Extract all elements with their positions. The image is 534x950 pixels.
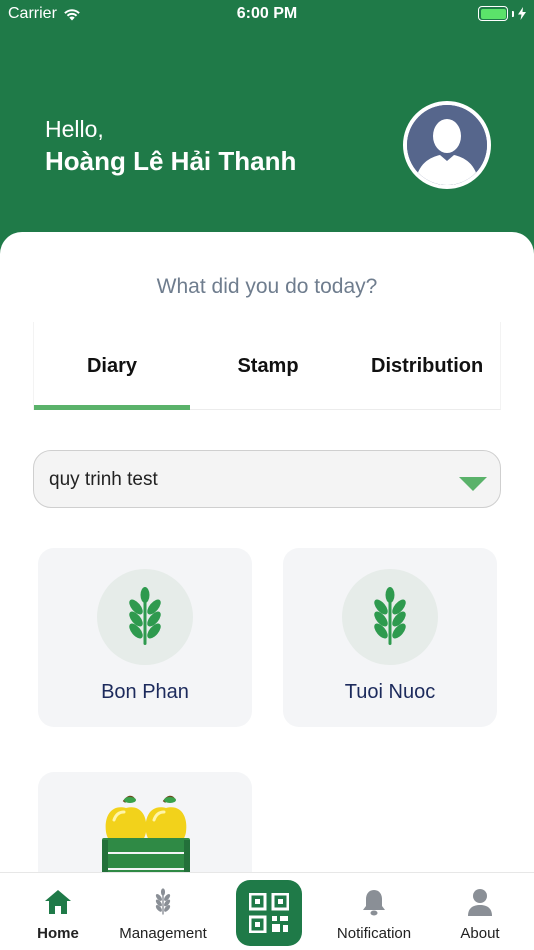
prompt-question: What did you do today? bbox=[156, 275, 378, 298]
tile-icon-circle bbox=[342, 569, 438, 665]
activity-tile-tuoi-nuoc[interactable]: Tuoi Nuoc bbox=[283, 548, 497, 727]
header-banner: Carrier 6:00 PM Hello, Hoàng Lê Hải Than… bbox=[0, 0, 534, 262]
home-icon bbox=[45, 890, 71, 914]
content-card: What did you do today? Diary Stamp Distr… bbox=[0, 232, 534, 872]
battery-icon bbox=[478, 6, 508, 21]
bottom-navigation: Home Management Notification About bbox=[0, 872, 534, 950]
tab-diary[interactable]: Diary bbox=[34, 322, 190, 410]
process-dropdown[interactable]: quy trinh test bbox=[33, 450, 501, 508]
wheat-icon bbox=[374, 587, 406, 645]
activity-tile-bon-phan[interactable]: Bon Phan bbox=[38, 548, 252, 727]
activity-tile-harvest[interactable] bbox=[38, 772, 252, 872]
dropdown-value: quy trinh test bbox=[49, 469, 158, 490]
status-time: 6:00 PM bbox=[236, 5, 298, 22]
person-icon bbox=[468, 889, 492, 916]
qr-code-icon bbox=[249, 893, 289, 933]
nav-management[interactable]: Management bbox=[113, 873, 213, 950]
tile-label: Bon Phan bbox=[101, 681, 189, 703]
active-tab-indicator bbox=[34, 405, 190, 410]
user-name: Hoàng Lê Hải Thanh bbox=[45, 146, 297, 176]
nav-home[interactable]: Home bbox=[28, 873, 88, 950]
wheat-icon bbox=[155, 888, 171, 915]
charging-icon bbox=[518, 7, 526, 20]
nav-label-notification: Notification bbox=[336, 925, 412, 942]
nav-label-management: Management bbox=[119, 925, 207, 942]
user-silhouette-icon bbox=[407, 105, 487, 185]
status-bar: Carrier 6:00 PM bbox=[0, 0, 534, 28]
fruit-crate-icon bbox=[102, 795, 190, 872]
wheat-icon bbox=[129, 587, 161, 645]
tab-distribution[interactable]: Distribution bbox=[346, 322, 502, 410]
tile-label: Tuoi Nuoc bbox=[344, 681, 436, 703]
qr-scan-button[interactable] bbox=[236, 880, 302, 946]
nav-label-about: About bbox=[460, 925, 500, 942]
tab-bar: Diary Stamp Distribution bbox=[33, 322, 501, 410]
nav-about[interactable]: About bbox=[450, 873, 510, 950]
bell-icon bbox=[363, 890, 385, 916]
nav-notification[interactable]: Notification bbox=[326, 873, 422, 950]
tab-stamp[interactable]: Stamp bbox=[190, 322, 346, 410]
greeting-text: Hello, bbox=[45, 116, 104, 142]
battery-indicator bbox=[478, 6, 526, 21]
avatar[interactable] bbox=[403, 101, 491, 189]
dropdown-arrow-icon bbox=[459, 477, 487, 491]
tile-icon-circle bbox=[97, 569, 193, 665]
nav-label-home: Home bbox=[37, 925, 79, 942]
